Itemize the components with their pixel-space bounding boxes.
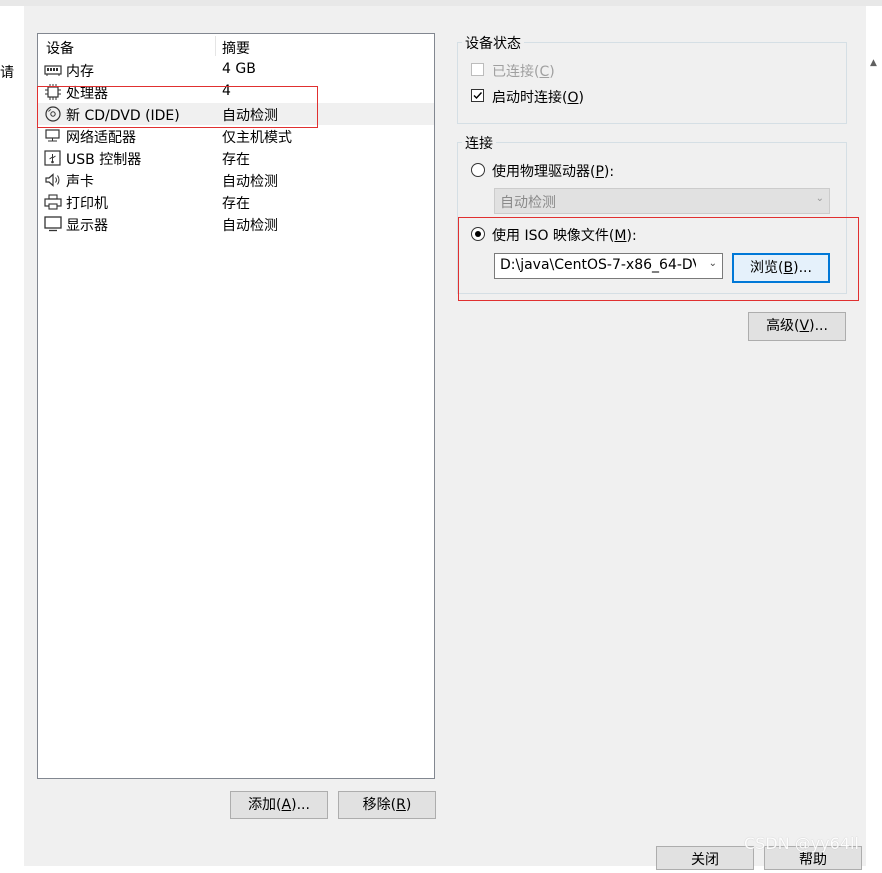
device-summary: 仅主机模式 [222, 130, 292, 146]
device-summary: 存在 [222, 196, 250, 212]
scroll-up-arrow-icon[interactable]: ▲ [870, 58, 877, 68]
connect-at-power-on-label: 启动时连接(O) [492, 90, 584, 106]
connected-checkbox[interactable] [471, 63, 484, 76]
background-window-edge [0, 6, 25, 866]
device-row-display[interactable]: 显示器 自动检测 [38, 213, 434, 235]
device-row-printer[interactable]: 打印机 存在 [38, 191, 434, 213]
column-separator[interactable] [215, 36, 216, 56]
device-row-sound-card[interactable]: 声卡 自动检测 [38, 169, 434, 191]
remove-device-button[interactable]: 移除(R) [338, 791, 436, 819]
device-name: 打印机 [66, 196, 108, 212]
network-icon [45, 129, 60, 142]
column-header-device[interactable]: 设备 [46, 38, 74, 58]
device-name: 网络适配器 [66, 130, 136, 146]
physical-drive-label: 使用物理驱动器(P): [492, 164, 615, 180]
speaker-icon [45, 173, 60, 187]
memory-icon [44, 65, 62, 76]
device-name: 内存 [66, 64, 94, 80]
annotation-highlight-cd-dvd [37, 86, 318, 128]
background-scrollbar [866, 6, 882, 866]
column-header-summary[interactable]: 摘要 [222, 38, 250, 58]
physical-drive-select[interactable]: 自动检测 ⌄ [494, 188, 830, 214]
background-window-text: 请 [0, 65, 14, 81]
device-summary: 存在 [222, 152, 250, 168]
device-summary: 4 GB [222, 61, 256, 77]
close-button[interactable]: 关闭 [656, 846, 754, 870]
connect-at-power-on-checkbox[interactable] [471, 89, 484, 102]
checkmark-icon [473, 92, 483, 100]
watermark-text: CSDN @yy64ll [744, 834, 859, 853]
device-row-memory[interactable]: 内存 4 GB [38, 59, 434, 81]
printer-icon [44, 194, 62, 210]
device-list[interactable]: 设备 摘要 内存 4 GB 处理器 4 新 CD/DVD (IDE) 自动检测 … [37, 33, 435, 779]
usb-icon [44, 150, 61, 166]
device-summary: 自动检测 [222, 174, 278, 190]
device-summary: 自动检测 [222, 218, 278, 234]
chevron-down-icon: ⌄ [815, 193, 824, 204]
advanced-button[interactable]: 高级(V)... [748, 312, 846, 341]
device-name: 声卡 [66, 174, 94, 190]
physical-drive-radio[interactable] [471, 163, 485, 177]
physical-drive-value: 自动检测 [500, 195, 556, 211]
connected-label: 已连接(C) [492, 64, 555, 80]
monitor-icon [44, 216, 62, 232]
connection-title: 连接 [462, 133, 496, 153]
device-status-title: 设备状态 [462, 33, 524, 53]
device-row-network-adapter[interactable]: 网络适配器 仅主机模式 [38, 125, 434, 147]
device-name: 显示器 [66, 218, 108, 234]
device-name: USB 控制器 [66, 152, 142, 168]
device-row-usb-controller[interactable]: USB 控制器 存在 [38, 147, 434, 169]
device-status-group [457, 42, 847, 124]
annotation-highlight-iso [458, 217, 859, 301]
add-device-button[interactable]: 添加(A)... [230, 791, 328, 819]
